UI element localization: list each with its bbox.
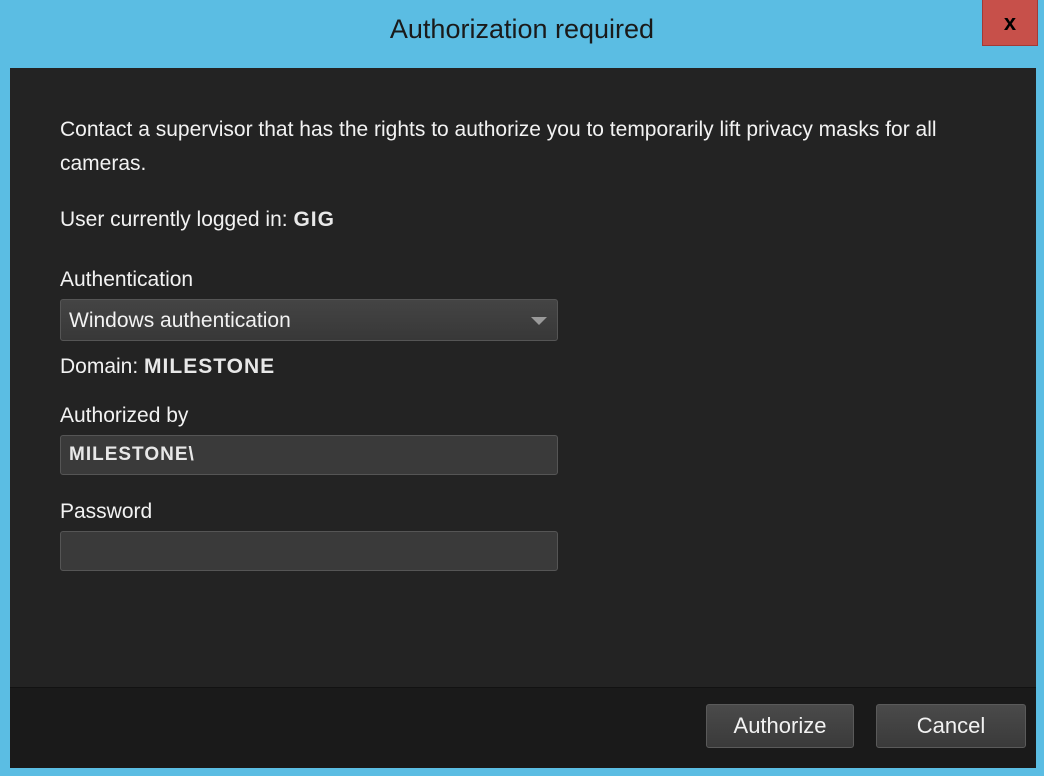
cancel-button[interactable]: Cancel xyxy=(876,704,1026,748)
user-label: User currently logged in: xyxy=(60,208,288,231)
domain-row: Domain: MILESTONE xyxy=(60,355,275,379)
password-field[interactable] xyxy=(60,531,558,571)
password-label: Password xyxy=(60,500,153,523)
dialog-footer: Authorize Cancel xyxy=(10,687,1036,768)
authorization-dialog: Authorization required x Contact a super… xyxy=(0,0,1044,776)
authentication-label: Authentication xyxy=(60,268,194,291)
authorized-by-value: MILESTONE\ xyxy=(69,444,195,465)
authorized-by-label: Authorized by xyxy=(60,404,189,427)
authentication-dropdown[interactable]: Windows authentication xyxy=(60,299,558,341)
close-icon: x xyxy=(1003,9,1017,35)
authorize-button[interactable]: Authorize xyxy=(706,704,854,748)
domain-label: Domain: xyxy=(60,355,139,378)
domain-value: MILESTONE xyxy=(144,355,276,378)
user-value: GIG xyxy=(293,208,335,231)
dialog-title: Authorization required xyxy=(389,14,655,44)
authorized-by-field[interactable]: MILESTONE\ xyxy=(60,435,558,475)
user-logged-in-row: User currently logged in: GIG xyxy=(60,208,335,232)
description-text: Contact a supervisor that has the rights… xyxy=(60,118,937,175)
chevron-down-icon xyxy=(531,317,547,325)
close-button[interactable]: x xyxy=(982,0,1038,46)
title-bar: Authorization required x xyxy=(0,0,1044,68)
dialog-content: Contact a supervisor that has the rights… xyxy=(10,68,1036,687)
authentication-selected: Windows authentication xyxy=(69,309,291,332)
